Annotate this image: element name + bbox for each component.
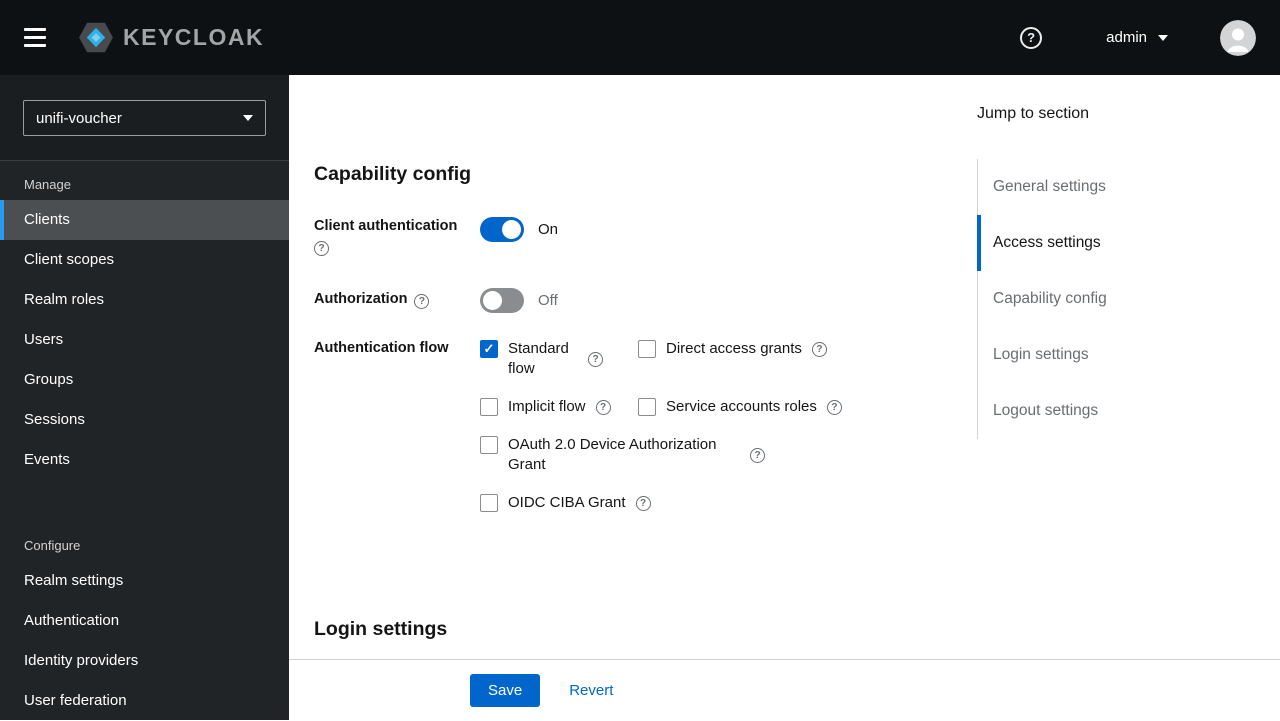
realm-selector[interactable]: unifi-voucher bbox=[23, 100, 266, 136]
user-name: admin bbox=[1106, 29, 1147, 46]
standard-flow-checkbox[interactable]: ✓ bbox=[480, 340, 498, 358]
realm-name: unifi-voucher bbox=[36, 109, 122, 127]
help-icon[interactable]: ? bbox=[811, 341, 827, 357]
capability-config-heading: Capability config bbox=[314, 163, 472, 185]
nav-section-configure: Configure Realm settings Authentication … bbox=[0, 522, 289, 721]
sidebar-item-realm-roles[interactable]: Realm roles bbox=[0, 280, 289, 320]
nav-section-label: Manage bbox=[24, 177, 71, 192]
toggle-knob bbox=[502, 220, 521, 239]
jump-link-logout-settings[interactable]: Logout settings bbox=[977, 383, 1280, 439]
authorization-label: Authorization ? bbox=[314, 288, 480, 309]
sidebar: unifi-voucher Manage Clients Client scop… bbox=[0, 75, 289, 720]
checkbox-item-oidc-ciba-grant: OIDC CIBA Grant ? bbox=[480, 493, 842, 513]
sidebar-nav: Manage Clients Client scopes Realm roles… bbox=[0, 161, 289, 721]
sidebar-item-user-federation[interactable]: User federation bbox=[0, 681, 289, 721]
nav-section-label: Configure bbox=[24, 538, 81, 553]
avatar[interactable] bbox=[1220, 19, 1256, 56]
check-icon: ✓ bbox=[483, 341, 495, 356]
jump-link-capability-config[interactable]: Capability config bbox=[977, 271, 1280, 327]
field-authentication-flow: Authentication flow ✓ Standard flow ? Di… bbox=[314, 339, 977, 513]
sidebar-item-clients[interactable]: Clients bbox=[0, 200, 289, 240]
help-icon[interactable]: ? bbox=[1020, 26, 1043, 49]
sidebar-item-events[interactable]: Events bbox=[0, 440, 289, 480]
toggle-state-label: Off bbox=[538, 292, 558, 309]
checkbox-item-service-accounts-roles: Service accounts roles ? bbox=[638, 397, 842, 417]
help-icon[interactable]: ? bbox=[826, 399, 842, 415]
sidebar-item-users[interactable]: Users bbox=[0, 320, 289, 360]
oauth-device-grant-checkbox[interactable] bbox=[480, 436, 498, 454]
keycloak-logo-icon bbox=[79, 22, 113, 53]
sidebar-item-client-scopes[interactable]: Client scopes bbox=[0, 240, 289, 280]
caret-down-icon bbox=[1158, 34, 1168, 41]
keycloak-admin-console: KEYCLOAK ? admin unifi-voucher Manage Cl… bbox=[0, 0, 1280, 720]
field-client-authentication: Client authentication ? On bbox=[314, 217, 977, 256]
keycloak-logo: KEYCLOAK bbox=[78, 22, 264, 53]
form-action-bar: Save Revert bbox=[289, 659, 1280, 720]
save-button[interactable]: Save bbox=[470, 673, 541, 707]
help-icon[interactable]: ? bbox=[595, 399, 611, 415]
direct-access-grants-checkbox[interactable] bbox=[638, 340, 656, 358]
sidebar-item-sessions[interactable]: Sessions bbox=[0, 400, 289, 440]
jump-link-access-settings[interactable]: Access settings bbox=[977, 215, 1280, 271]
help-icon[interactable]: ? bbox=[314, 241, 329, 256]
login-settings-heading: Login settings bbox=[314, 618, 448, 640]
sidebar-item-realm-settings[interactable]: Realm settings bbox=[0, 561, 289, 601]
help-icon[interactable]: ? bbox=[635, 495, 651, 511]
checkbox-item-direct-access-grants: Direct access grants ? bbox=[638, 339, 842, 359]
checkbox-item-standard-flow: ✓ Standard flow ? bbox=[480, 339, 638, 379]
help-icon[interactable]: ? bbox=[750, 447, 765, 463]
authentication-flow-label: Authentication flow bbox=[314, 340, 449, 356]
jump-nav-title: Jump to section bbox=[977, 105, 1090, 122]
realm-selector-area: unifi-voucher bbox=[0, 75, 289, 161]
nav-section-manage: Manage Clients Client scopes Realm roles… bbox=[0, 161, 289, 480]
brand-text: KEYCLOAK bbox=[123, 24, 265, 50]
help-icon[interactable]: ? bbox=[588, 351, 603, 367]
masthead: KEYCLOAK ? admin bbox=[0, 0, 1280, 75]
app-body: unifi-voucher Manage Clients Client scop… bbox=[0, 75, 1280, 720]
revert-button[interactable]: Revert bbox=[569, 682, 613, 699]
oidc-ciba-grant-checkbox[interactable] bbox=[480, 494, 498, 512]
main-content: Capability config Client authentication … bbox=[289, 75, 1280, 720]
field-authorization: Authorization ? Off bbox=[314, 288, 977, 313]
client-authentication-label: Client authentication ? bbox=[314, 217, 480, 256]
user-avatar-icon bbox=[1220, 19, 1256, 56]
client-authentication-toggle[interactable] bbox=[480, 217, 524, 242]
caret-down-icon bbox=[243, 115, 253, 121]
jump-link-login-settings[interactable]: Login settings bbox=[977, 327, 1280, 383]
service-accounts-roles-checkbox[interactable] bbox=[638, 398, 656, 416]
sidebar-item-groups[interactable]: Groups bbox=[0, 360, 289, 400]
hamburger-menu-button[interactable] bbox=[24, 26, 48, 50]
jump-link-general-settings[interactable]: General settings bbox=[977, 159, 1280, 215]
toggle-knob bbox=[483, 291, 502, 310]
toggle-state-label: On bbox=[538, 221, 559, 238]
user-menu[interactable]: admin bbox=[1100, 28, 1174, 47]
sidebar-item-authentication[interactable]: Authentication bbox=[0, 601, 289, 641]
implicit-flow-checkbox[interactable] bbox=[480, 398, 498, 416]
checkbox-item-implicit-flow: Implicit flow ? bbox=[480, 397, 638, 417]
help-icon[interactable]: ? bbox=[414, 294, 430, 309]
sidebar-item-identity-providers[interactable]: Identity providers bbox=[0, 641, 289, 681]
jump-to-section-nav: Jump to section General settings Access … bbox=[977, 75, 1280, 720]
client-settings-form: Capability config Client authentication … bbox=[289, 75, 977, 720]
authorization-toggle[interactable] bbox=[480, 288, 524, 313]
checkbox-item-oauth-device-grant: OAuth 2.0 Device Authorization Grant ? bbox=[480, 435, 842, 475]
